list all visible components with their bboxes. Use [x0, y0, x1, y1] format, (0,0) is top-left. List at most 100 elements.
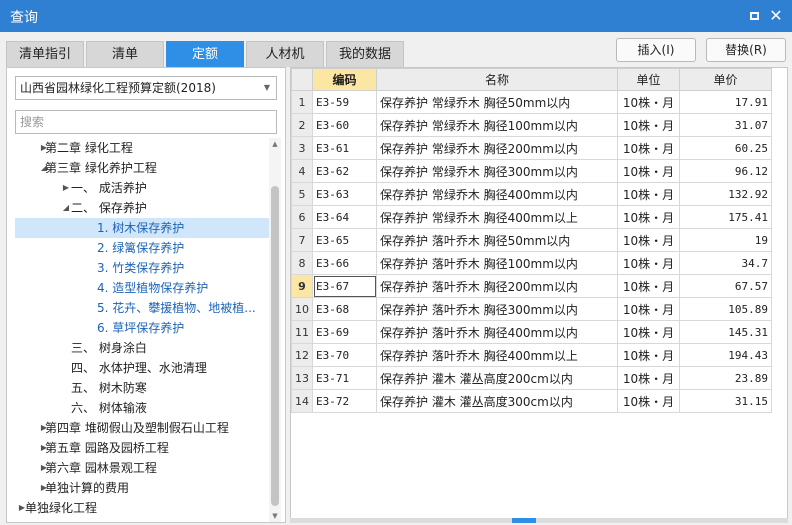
tree-scrollbar[interactable]: ▲ ▼: [269, 138, 281, 522]
cell-price[interactable]: 31.07: [679, 113, 772, 137]
search-input[interactable]: [15, 110, 277, 134]
cell-name[interactable]: 保存养护 常绿乔木 胸径100mm以内: [376, 113, 618, 137]
cell-code[interactable]: E3-67: [312, 274, 377, 298]
tree-item[interactable]: ▶ 第六章 园林景观工程: [15, 458, 269, 478]
cell-price[interactable]: 105.89: [679, 297, 772, 321]
cell-price[interactable]: 60.25: [679, 136, 772, 160]
row-number[interactable]: 8: [291, 251, 313, 275]
cell-name[interactable]: 保存养护 常绿乔木 胸径50mm以内: [376, 90, 618, 114]
row-number[interactable]: 6: [291, 205, 313, 229]
table-row[interactable]: 4 E3-62 保存养护 常绿乔木 胸径300mm以内 10株・月 96.12: [291, 159, 772, 183]
cell-unit[interactable]: 10株・月: [617, 136, 680, 160]
cell-name[interactable]: 保存养护 常绿乔木 胸径200mm以内: [376, 136, 618, 160]
row-number[interactable]: 7: [291, 228, 313, 252]
column-header-unit[interactable]: 单位: [617, 68, 680, 91]
tree-item[interactable]: ▶ 单独绿化工程: [15, 498, 269, 518]
row-number[interactable]: 11: [291, 320, 313, 344]
cell-unit[interactable]: 10株・月: [617, 320, 680, 344]
table-row[interactable]: 8 E3-66 保存养护 落叶乔木 胸径100mm以内 10株・月 34.7: [291, 251, 772, 275]
chevron-down-icon[interactable]: ▼: [264, 77, 270, 99]
scroll-thumb[interactable]: [271, 186, 279, 506]
row-number[interactable]: 4: [291, 159, 313, 183]
cell-code[interactable]: E3-63: [312, 182, 377, 206]
tab-quota[interactable]: 定额: [166, 41, 244, 67]
cell-price[interactable]: 19: [679, 228, 772, 252]
close-icon[interactable]: ✕: [766, 6, 786, 26]
tree-item[interactable]: ▶ 一、 成活养护: [15, 178, 269, 198]
table-row[interactable]: 3 E3-61 保存养护 常绿乔木 胸径200mm以内 10株・月 60.25: [291, 136, 772, 160]
cell-unit[interactable]: 10株・月: [617, 228, 680, 252]
cell-name[interactable]: 保存养护 常绿乔木 胸径400mm以内: [376, 182, 618, 206]
cell-code[interactable]: E3-72: [312, 389, 377, 413]
cell-code[interactable]: E3-71: [312, 366, 377, 390]
tab-bill-guide[interactable]: 清单指引: [6, 41, 84, 67]
tree-item[interactable]: ▶ 第二章 绿化工程: [15, 138, 269, 158]
insert-button[interactable]: 插入(I): [616, 38, 696, 62]
cell-unit[interactable]: 10株・月: [617, 205, 680, 229]
tree-item[interactable]: ▶ 单独计算的费用: [15, 478, 269, 498]
cell-code[interactable]: E3-69: [312, 320, 377, 344]
cell-name[interactable]: 保存养护 落叶乔木 胸径400mm以上: [376, 343, 618, 367]
cell-unit[interactable]: 10株・月: [617, 297, 680, 321]
column-header-code[interactable]: 编码: [312, 68, 377, 91]
cell-price[interactable]: 17.91: [679, 90, 772, 114]
column-header-price[interactable]: 单价: [679, 68, 772, 91]
replace-button[interactable]: 替换(R): [706, 38, 786, 62]
row-number[interactable]: 2: [291, 113, 313, 137]
table-row[interactable]: 11 E3-69 保存养护 落叶乔木 胸径400mm以内 10株・月 145.31: [291, 320, 772, 344]
tree-item[interactable]: 6. 草坪保存养护: [15, 318, 269, 338]
row-number[interactable]: 13: [291, 366, 313, 390]
cell-price[interactable]: 145.31: [679, 320, 772, 344]
table-row[interactable]: 2 E3-60 保存养护 常绿乔木 胸径100mm以内 10株・月 31.07: [291, 113, 772, 137]
row-number[interactable]: 14: [291, 389, 313, 413]
cell-unit[interactable]: 10株・月: [617, 274, 680, 298]
tree-item[interactable]: 三、 树身涂白: [15, 338, 269, 358]
tab-my-data[interactable]: 我的数据: [326, 41, 404, 67]
column-header-name[interactable]: 名称: [376, 68, 618, 91]
cell-name[interactable]: 保存养护 常绿乔木 胸径400mm以上: [376, 205, 618, 229]
table-row[interactable]: 13 E3-71 保存养护 灌木 灌丛高度200cm以内 10株・月 23.89: [291, 366, 772, 390]
cell-price[interactable]: 67.57: [679, 274, 772, 298]
cell-code[interactable]: E3-62: [312, 159, 377, 183]
cell-name[interactable]: 保存养护 常绿乔木 胸径300mm以内: [376, 159, 618, 183]
cell-code[interactable]: E3-64: [312, 205, 377, 229]
row-number[interactable]: 3: [291, 136, 313, 160]
row-number[interactable]: 9: [291, 274, 313, 298]
cell-name[interactable]: 保存养护 灌木 灌丛高度200cm以内: [376, 366, 618, 390]
table-row[interactable]: 7 E3-65 保存养护 落叶乔木 胸径50mm以内 10株・月 19: [291, 228, 772, 252]
cell-code[interactable]: E3-68: [312, 297, 377, 321]
tree-item[interactable]: 3. 竹类保存养护: [15, 258, 269, 278]
caret-expanded-icon[interactable]: ◢: [61, 198, 71, 218]
grid-scroll-thumb[interactable]: [512, 518, 536, 523]
cell-unit[interactable]: 10株・月: [617, 366, 680, 390]
cell-unit[interactable]: 10株・月: [617, 90, 680, 114]
cell-unit[interactable]: 10株・月: [617, 343, 680, 367]
cell-code[interactable]: E3-61: [312, 136, 377, 160]
cell-name[interactable]: 保存养护 落叶乔木 胸径100mm以内: [376, 251, 618, 275]
table-row[interactable]: 5 E3-63 保存养护 常绿乔木 胸径400mm以内 10株・月 132.92: [291, 182, 772, 206]
caret-collapsed-icon[interactable]: ▶: [61, 178, 71, 198]
cell-name[interactable]: 保存养护 落叶乔木 胸径400mm以内: [376, 320, 618, 344]
table-row[interactable]: 12 E3-70 保存养护 落叶乔木 胸径400mm以上 10株・月 194.43: [291, 343, 772, 367]
cell-unit[interactable]: 10株・月: [617, 251, 680, 275]
tree-item[interactable]: ▶ 第五章 园路及园桥工程: [15, 438, 269, 458]
cell-code[interactable]: E3-60: [312, 113, 377, 137]
cell-unit[interactable]: 10株・月: [617, 113, 680, 137]
tree-item[interactable]: 2. 绿篱保存养护: [15, 238, 269, 258]
cell-price[interactable]: 194.43: [679, 343, 772, 367]
grid-horizontal-scrollbar[interactable]: [290, 518, 788, 523]
cell-unit[interactable]: 10株・月: [617, 389, 680, 413]
tab-labor-materials[interactable]: 人材机: [246, 41, 324, 67]
scroll-down-icon[interactable]: ▼: [269, 510, 281, 522]
cell-name[interactable]: 保存养护 落叶乔木 胸径300mm以内: [376, 297, 618, 321]
library-select[interactable]: 山西省园林绿化工程预算定额(2018) ▼: [15, 76, 277, 100]
restore-icon[interactable]: [744, 6, 764, 26]
table-row[interactable]: 10 E3-68 保存养护 落叶乔木 胸径300mm以内 10株・月 105.89: [291, 297, 772, 321]
table-row[interactable]: 6 E3-64 保存养护 常绿乔木 胸径400mm以上 10株・月 175.41: [291, 205, 772, 229]
tree-item[interactable]: 4. 造型植物保存养护: [15, 278, 269, 298]
tree-item[interactable]: 1. 树木保存养护: [15, 218, 269, 238]
cell-unit[interactable]: 10株・月: [617, 182, 680, 206]
table-row[interactable]: 14 E3-72 保存养护 灌木 灌丛高度300cm以内 10株・月 31.15: [291, 389, 772, 413]
tab-bill[interactable]: 清单: [86, 41, 164, 67]
scroll-up-icon[interactable]: ▲: [269, 138, 281, 150]
